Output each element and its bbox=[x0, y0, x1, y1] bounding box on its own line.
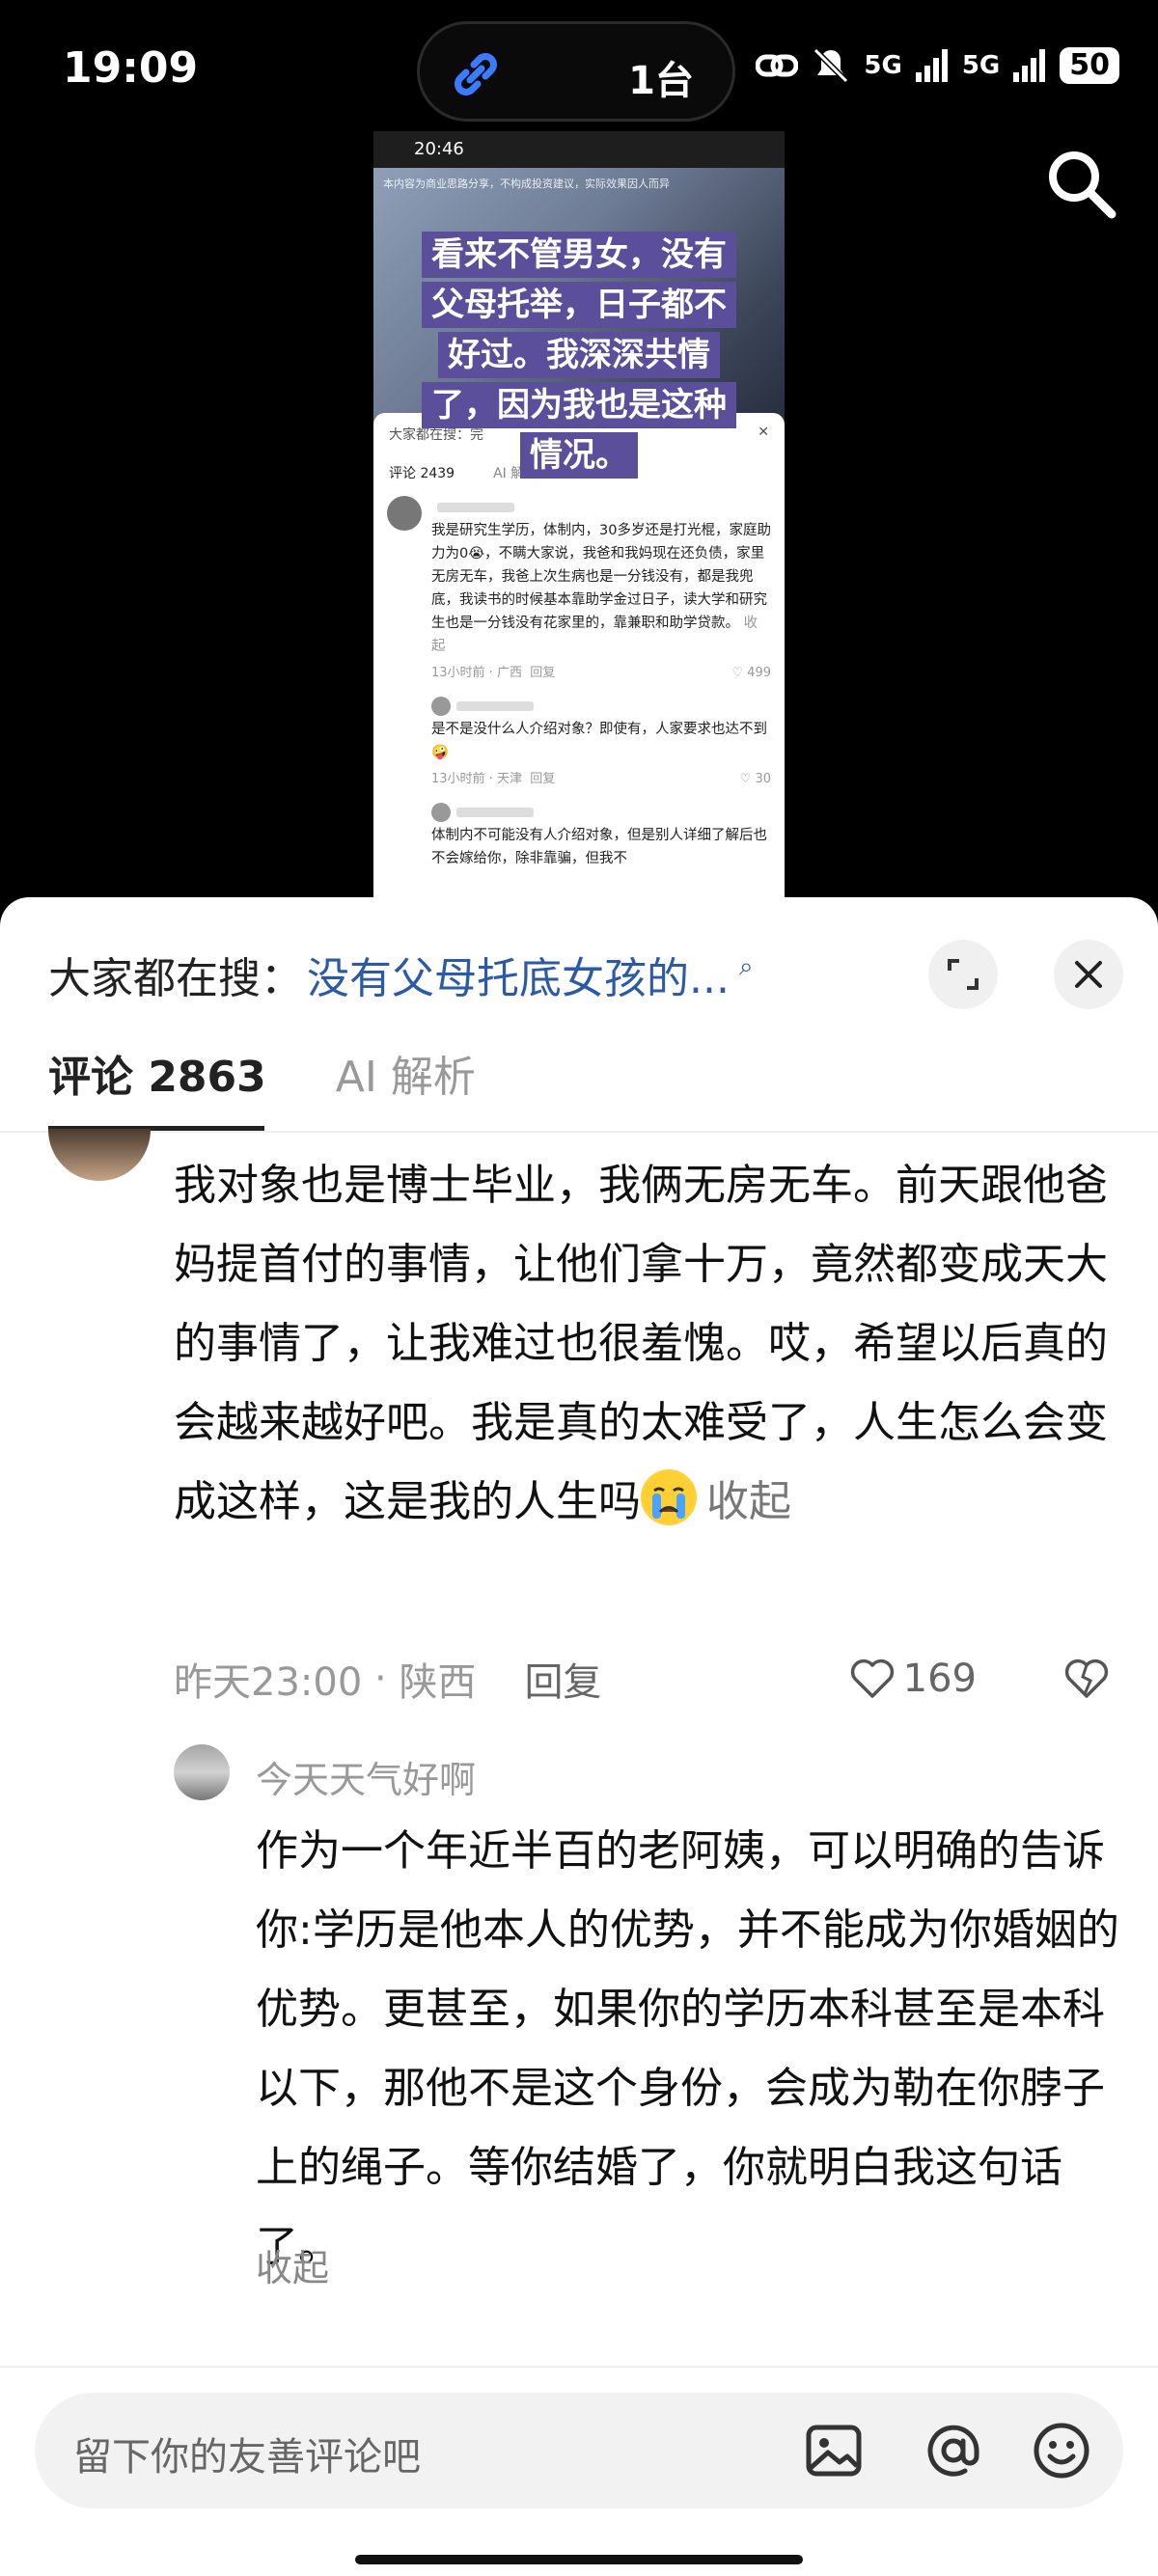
network-label-2: 5G bbox=[961, 51, 1001, 80]
like-button[interactable]: 169 bbox=[849, 1657, 977, 1701]
link-status-icon bbox=[756, 54, 799, 77]
caption-line: 看来不管男女，没有 bbox=[422, 232, 736, 278]
embedded-reply-2-text: 体制内不可能没有人介绍对象，但是别人详细了解后也不会嫁给你，除非靠骗，但我不 bbox=[431, 828, 767, 866]
system-icons: 5G 5G 50 bbox=[756, 46, 1119, 85]
embedded-status-time: 20:46 bbox=[373, 131, 785, 168]
search-icon[interactable] bbox=[1042, 145, 1119, 222]
reply-button[interactable]: 回复 bbox=[524, 1651, 601, 1707]
comment-input-placeholder: 留下你的友善评论吧 bbox=[73, 2435, 421, 2480]
battery-indicator: 50 bbox=[1060, 47, 1119, 84]
signal-icon bbox=[915, 49, 948, 82]
collapse-link[interactable]: 收起 bbox=[706, 1477, 791, 1526]
divider bbox=[0, 2366, 1158, 2368]
search-small-icon: ⌕ bbox=[738, 951, 754, 981]
status-bar: 19:09 1台 5G 5G 50 bbox=[0, 0, 1158, 135]
hot-search-query[interactable]: 没有父母托底女孩的... bbox=[307, 944, 730, 1005]
dislike-icon[interactable] bbox=[1063, 1658, 1110, 1700]
reply-avatar[interactable] bbox=[174, 1744, 230, 1800]
dynamic-island[interactable]: 1台 bbox=[417, 21, 735, 122]
signal-icon-2 bbox=[1013, 49, 1046, 82]
reply-text: 作为一个年近半百的老阿姨，可以明确的告诉你:学历是他本人的优势，并不能成为你婚姻… bbox=[256, 1826, 1119, 2271]
image-icon[interactable] bbox=[803, 2420, 865, 2481]
caption-line: 情况。 bbox=[520, 432, 638, 479]
comment-meta: 昨天23:00 · 陕西 回复 169 bbox=[174, 1650, 1110, 1708]
embedded-comment-meta: 13小时前 · 广西 回复 ♡ 499 bbox=[431, 666, 771, 680]
home-indicator bbox=[355, 2555, 803, 2564]
at-icon[interactable] bbox=[923, 2420, 984, 2481]
comment-sheet: 大家都在搜： 没有父母托底女孩的... ⌕ 评论 2863 AI 解析 我对象也… bbox=[0, 897, 1158, 2576]
embedded-video-note: 本内容为商业思路分享，不构成投资建议，实际效果因人而异 bbox=[383, 178, 670, 190]
island-count: 1台 bbox=[628, 59, 694, 103]
caption-line: 父母托举，日子都不 bbox=[422, 282, 736, 328]
embedded-reply-avatar bbox=[431, 697, 451, 716]
network-label-1: 5G bbox=[864, 51, 902, 80]
caption-line: 好过。我深深共情 bbox=[438, 332, 720, 378]
expand-icon bbox=[948, 959, 979, 990]
comment-body: 我对象也是博士毕业，我俩无房无车。前天跟他爸妈提首付的事情，让他们拿十万，竟然都… bbox=[174, 1146, 1119, 1542]
tab-comments[interactable]: 评论 2863 bbox=[48, 1042, 266, 1104]
comment-location: 陕西 bbox=[399, 1660, 477, 1705]
embedded-reply-1: 是不是没什么人介绍对象？即使有，人家要求也达不到🤪 13小时前 · 天津 回复 … bbox=[431, 695, 771, 791]
reply-collapse-link[interactable]: 收起 bbox=[256, 2238, 329, 2291]
avatar[interactable] bbox=[48, 1129, 151, 1181]
caption-line: 了，因为我也是这种 bbox=[422, 382, 736, 428]
embedded-reply-1-text: 是不是没什么人介绍对象？即使有，人家要求也达不到🤪 bbox=[431, 722, 767, 760]
heart-icon bbox=[850, 1658, 894, 1698]
tab-ai-analysis[interactable]: AI 解析 bbox=[336, 1042, 476, 1104]
close-button[interactable] bbox=[1054, 940, 1123, 1009]
like-count: 169 bbox=[902, 1657, 977, 1701]
comment-time: 昨天23:00 bbox=[174, 1660, 363, 1705]
link-icon bbox=[455, 53, 497, 96]
hot-search-label: 大家都在搜： bbox=[48, 954, 303, 1003]
close-icon bbox=[1075, 961, 1102, 988]
embedded-comment: 我是研究生学历，体制内，30多岁还是打光棍，家庭助力为0😭，不瞒大家说，我爸和我… bbox=[387, 496, 771, 685]
embedded-reply-2: 体制内不可能没有人介绍对象，但是别人详细了解后也不会嫁给你，除非靠骗，但我不 bbox=[431, 801, 771, 870]
embedded-comment-sheet: 大家都在搜：完 ✕ 评论 2439 AI 解析 我是研究生学历，体制内，30多岁… bbox=[373, 413, 785, 903]
comment-input[interactable]: 留下你的友善评论吧 bbox=[35, 2393, 1123, 2508]
mute-icon bbox=[813, 47, 849, 84]
embedded-username-blur bbox=[437, 503, 514, 512]
embedded-reply-avatar bbox=[431, 803, 451, 822]
divider bbox=[0, 1131, 1158, 1133]
video-caption: 看来不管男女，没有 父母托举，日子都不 好过。我深深共情 了，因为我也是这种 情… bbox=[410, 230, 748, 480]
reply-author[interactable]: 今天天气好啊 bbox=[256, 1750, 476, 1803]
crying-emoji-icon bbox=[641, 1469, 697, 1525]
embedded-comment-text: 我是研究生学历，体制内，30多岁还是打光棍，家庭助力为0😭，不瞒大家说，我爸和我… bbox=[431, 523, 771, 631]
sheet-tabs: 评论 2863 AI 解析 bbox=[48, 1042, 476, 1104]
embedded-comment-list: 我是研究生学历，体制内，30多岁还是打光棍，家庭助力为0😭，不瞒大家说，我爸和我… bbox=[373, 492, 785, 870]
status-time: 19:09 bbox=[63, 43, 199, 93]
embedded-avatar bbox=[387, 496, 422, 531]
embedded-close-icon: ✕ bbox=[758, 425, 769, 440]
emoji-icon[interactable] bbox=[1031, 2420, 1092, 2481]
expand-button[interactable] bbox=[928, 940, 998, 1009]
